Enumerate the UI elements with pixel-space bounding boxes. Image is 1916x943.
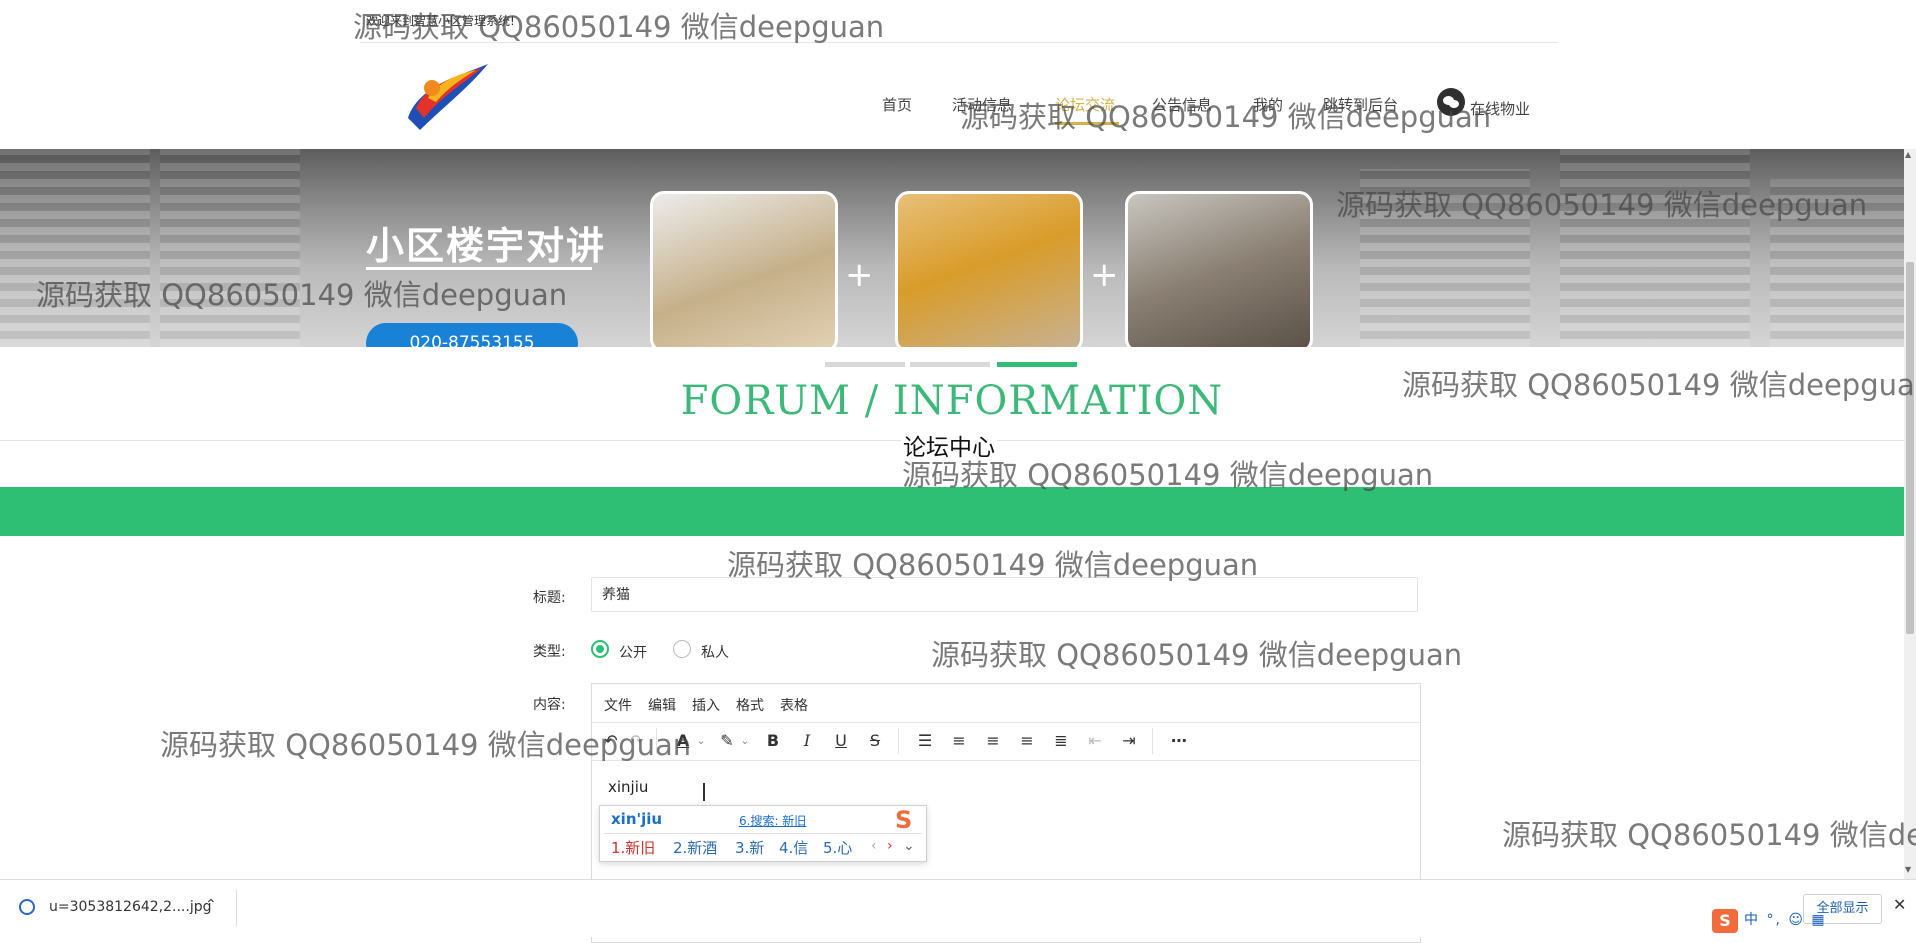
banner-worker-image [1125,191,1313,347]
align-center-icon[interactable]: ≡ [982,730,1004,752]
chevron-down-icon[interactable]: ⌄ [734,730,756,752]
title-label: 标题: [533,590,566,606]
banner-phone: 020-87553155 [366,323,578,347]
indent-icon[interactable]: ⇥ [1118,730,1140,752]
watermark: 源码获取 QQ86050149 微信deepguan [727,548,1259,582]
banner-carousel[interactable]: 小区楼宇对讲 020-87553155 + + [0,149,1904,347]
watermark: 源码获取 QQ86050149 微信deepguan [931,638,1463,672]
banner-title: 小区楼宇对讲 [366,224,607,268]
watermark: 源码获取 QQ86050149 微信deepguan [902,458,1434,492]
chevron-up-icon[interactable]: ⌃ [205,897,217,913]
banner-plus: + [1090,255,1119,295]
italic-icon[interactable]: I [796,730,818,752]
scroll-down-icon[interactable]: ▼ [1905,865,1911,874]
site-logo[interactable] [398,58,494,136]
editor-toolbar: ↶ ↷ A ⌄ ✎ ⌄ B I U S ☰ ≡ ≡ ≡ ≣ ⇤ ⇥ ⋯ [592,722,1420,761]
watermark: 源码获取 QQ86050149 微信deepguan [960,100,1492,134]
editor-menubar: 文件 编辑 插入 格式 表格 [592,684,1420,723]
ime-next-icon[interactable]: › [887,838,893,854]
editor-content[interactable]: xinjiu [608,778,648,796]
type-public-label[interactable]: 公开 [619,642,647,662]
type-private-radio[interactable] [673,640,691,658]
scroll-up-icon[interactable]: ▲ [1905,150,1911,159]
type-label: 类型: [533,644,566,660]
outdent-icon[interactable]: ⇤ [1084,730,1106,752]
type-public-radio[interactable] [591,640,609,658]
more-icon[interactable]: ⋯ [1168,730,1190,752]
underline-icon[interactable]: U [830,730,852,752]
ime-expand-icon[interactable]: ⌄ [903,838,915,854]
download-file-name[interactable]: u=3053812642,2....jpg [49,899,212,915]
strikethrough-icon[interactable]: S [864,730,886,752]
slide-indicator-3[interactable] [997,362,1077,367]
align-justify-icon[interactable]: ≣ [1050,730,1072,752]
banner-divider [366,267,592,270]
ime-candidate-popup[interactable]: xin'jiu 6.搜索: 新旧 S 1.新旧 2.新酒 3.新 4.信 5.心… [599,805,927,862]
watermark: 源码获取 QQ86050149 微信deepguan [1336,188,1868,222]
sogou-logo-icon: S [895,806,913,834]
ime-candidate[interactable]: 4.信 [779,837,808,858]
type-private-label[interactable]: 私人 [701,642,729,662]
banner-tools-image [895,191,1083,347]
align-left-icon[interactable]: ≡ [948,730,970,752]
nav-home[interactable]: 首页 [882,94,912,115]
watermark: 源码获取 QQ86050149 微信deepguan [36,278,568,312]
ime-candidate[interactable]: 5.心 [823,837,852,858]
image-file-icon [19,899,35,915]
menu-insert[interactable]: 插入 [692,695,720,715]
ime-tray-status[interactable]: 中 °, ☺ ▦ [1744,909,1827,929]
scrollbar-thumb[interactable] [1906,262,1914,634]
menu-table[interactable]: 表格 [780,695,808,715]
watermark: 源码获取 QQ86050149 微信deepguan [1502,818,1916,852]
bold-icon[interactable]: B [762,730,784,752]
chevron-down-icon[interactable]: ⌄ [690,730,712,752]
text-cursor [703,783,705,801]
ime-candidate[interactable]: 1.新旧 [611,837,655,858]
watermark: 源码获取 QQ86050149 微信deepguan [160,728,692,762]
section-banner-bar [0,487,1904,536]
watermark: 源码获取 QQ86050149 微信deepguan [353,10,885,44]
ime-search-option[interactable]: 6.搜索: 新旧 [739,812,806,829]
download-bar: u=3053812642,2....jpg ⌃ 全部显示 ✕ [0,879,1916,937]
menu-edit[interactable]: 编辑 [648,695,676,715]
content-label: 内容: [533,697,566,713]
ime-candidate[interactable]: 2.新酒 [673,837,717,858]
slide-indicator-1[interactable] [825,362,905,367]
banner-house-image [650,191,838,347]
menu-file[interactable]: 文件 [604,695,632,715]
ime-pinyin: xin'jiu [611,810,663,828]
ime-prev-icon[interactable]: ‹ [871,838,877,854]
slide-indicator-2[interactable] [910,362,990,367]
close-icon[interactable]: ✕ [1893,895,1906,914]
menu-format[interactable]: 格式 [736,695,764,715]
ime-candidate[interactable]: 3.新 [735,837,764,858]
ordered-list-icon[interactable]: ☰ [914,730,936,752]
sogou-tray-icon[interactable]: S [1712,909,1738,933]
align-right-icon[interactable]: ≡ [1016,730,1038,752]
watermark: 源码获取 QQ86050149 微信deepguan [1402,368,1916,402]
banner-plus: + [845,255,874,295]
